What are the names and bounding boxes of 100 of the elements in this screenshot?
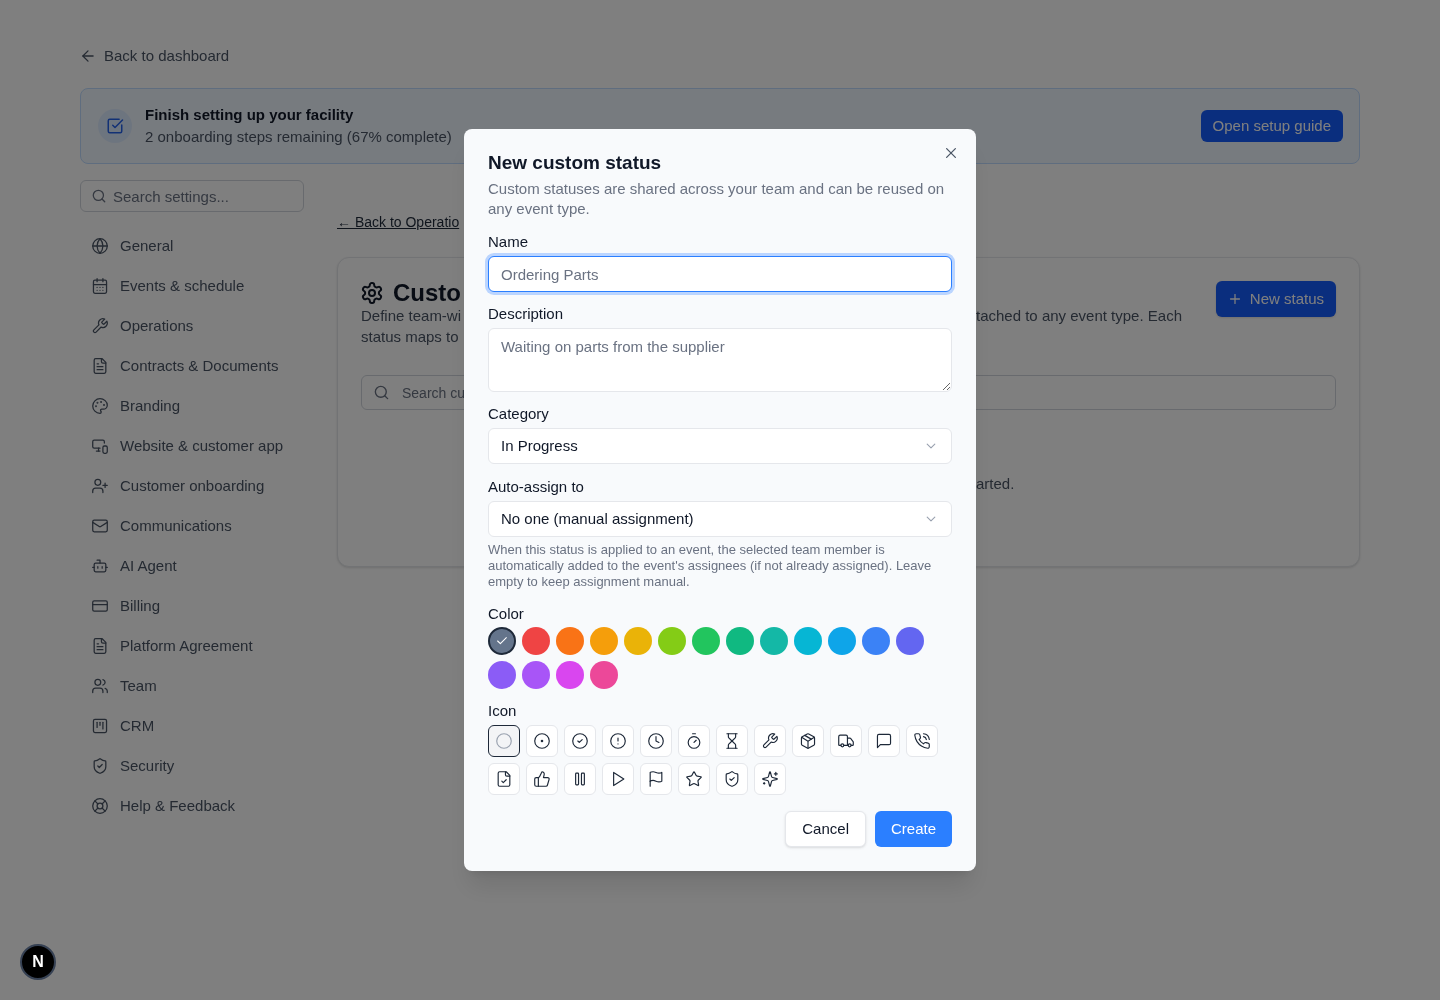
- sidebar-item[interactable]: Contracts & Documents: [80, 346, 291, 386]
- check-icon: [496, 635, 508, 647]
- color-swatch[interactable]: [556, 661, 584, 689]
- card-description: tached to any event type. Each: [976, 306, 1182, 326]
- field-label: Category: [488, 404, 549, 424]
- speech-bubble-icon: [876, 733, 892, 749]
- kanban-icon: [92, 718, 108, 734]
- sidebar-item[interactable]: Customer onboarding: [80, 466, 277, 506]
- mail-icon: [92, 518, 108, 534]
- wrench-icon: [762, 733, 778, 749]
- color-swatch[interactable]: [556, 627, 584, 655]
- sidebar-item[interactable]: CRM: [80, 706, 167, 746]
- sidebar-item[interactable]: Operations: [80, 306, 206, 346]
- globe-icon: [92, 238, 108, 254]
- empty-state-text: arted.: [976, 474, 1015, 494]
- sidebar-item[interactable]: Team: [80, 666, 169, 706]
- card-description: Define team-wi status maps to: [361, 306, 462, 347]
- dialog-description: Custom statuses are shared across your team and can be reused on any event type.: [488, 179, 946, 219]
- dialog-title: New custom status: [488, 151, 662, 175]
- color-swatch[interactable]: [624, 627, 652, 655]
- clock-icon: [648, 733, 664, 749]
- color-swatch[interactable]: [522, 661, 550, 689]
- sidebar-item[interactable]: Help & Feedback: [80, 786, 248, 826]
- field-label: Icon: [488, 701, 517, 721]
- color-swatch[interactable]: [862, 627, 890, 655]
- gear-icon: [361, 282, 383, 304]
- star-icon: [686, 771, 702, 787]
- setup-guide-button[interactable]: Open setup guide: [1200, 110, 1343, 142]
- checkbox-icon: [98, 109, 132, 143]
- card-title: Custo: [393, 281, 461, 305]
- dev-tools-button[interactable]: N: [20, 944, 56, 980]
- color-swatch[interactable]: [726, 627, 754, 655]
- field-label: Name: [488, 232, 528, 252]
- name-input[interactable]: Ordering Parts: [488, 256, 952, 292]
- field-label: Description: [488, 304, 564, 324]
- pause-icon: [572, 771, 588, 787]
- stopwatch-icon: [686, 733, 702, 749]
- sparkles-icon: [762, 771, 778, 787]
- play-icon: [610, 771, 626, 787]
- thumbs-up-icon: [534, 771, 550, 787]
- box-icon: [800, 733, 816, 749]
- circle-check-icon: [572, 733, 588, 749]
- sidebar-item[interactable]: General: [80, 226, 186, 266]
- new-status-button[interactable]: New status: [1215, 281, 1336, 317]
- close-icon: [943, 145, 959, 161]
- sidebar-item[interactable]: Security: [80, 746, 187, 786]
- back-link[interactable]: Back to dashboard: [80, 46, 230, 66]
- color-swatch[interactable]: [828, 627, 856, 655]
- field-label: Color: [488, 604, 524, 624]
- document-icon: [92, 638, 108, 654]
- description-input[interactable]: Waiting on parts from the supplier: [488, 328, 952, 392]
- wrench-icon: [92, 318, 108, 334]
- users-icon: [92, 678, 108, 694]
- sidebar-item[interactable]: Branding: [80, 386, 193, 426]
- field-label: Auto-assign to: [488, 477, 584, 497]
- color-swatch[interactable]: [488, 661, 516, 689]
- search-icon: [92, 189, 106, 203]
- hourglass-icon: [724, 733, 740, 749]
- truck-icon: [838, 733, 854, 749]
- document-check-icon: [496, 771, 512, 787]
- assignee-select[interactable]: No one (manual assignment): [488, 501, 952, 537]
- sidebar-item[interactable]: Website & customer app: [80, 426, 296, 466]
- user-plus-icon: [92, 478, 108, 494]
- flag-icon: [648, 771, 664, 787]
- sidebar-item[interactable]: Events & schedule: [80, 266, 257, 306]
- color-swatch[interactable]: [590, 661, 618, 689]
- sidebar-item[interactable]: Communications: [80, 506, 244, 546]
- color-swatch[interactable]: [590, 627, 618, 655]
- color-swatch[interactable]: [522, 627, 550, 655]
- plus-icon: [1227, 292, 1242, 306]
- search-field[interactable]: Search settings...: [80, 180, 304, 212]
- color-swatch[interactable]: [794, 627, 822, 655]
- calendar-icon: [92, 278, 108, 294]
- color-swatch[interactable]: [692, 627, 720, 655]
- back-link[interactable]: ← Back to Operatio: [337, 212, 460, 232]
- shield-check-icon: [92, 758, 108, 774]
- banner-subtitle: 2 onboarding steps remaining (67% complete): [145, 127, 452, 147]
- document-icon: [92, 358, 108, 374]
- color-swatch[interactable]: [896, 627, 924, 655]
- exclamation-circle-icon: [610, 733, 626, 749]
- color-swatch[interactable]: [760, 627, 788, 655]
- circle-dot-icon: [534, 733, 550, 749]
- icon-option[interactable]: [488, 725, 520, 757]
- palette-icon: [92, 398, 108, 414]
- create-button[interactable]: Create: [874, 811, 952, 847]
- cancel-button[interactable]: Cancel: [785, 811, 866, 847]
- sidebar-item[interactable]: Billing: [80, 586, 173, 626]
- sidebar-item[interactable]: AI Agent: [80, 546, 189, 586]
- lifebuoy-icon: [92, 798, 108, 814]
- help-text: When this status is applied to an event, the selected team member is automatically added to the event's assignees (if not already assigned). Leave empty to keep assignment manual.: [488, 542, 933, 590]
- circle-icon: [496, 733, 512, 749]
- sidebar-item[interactable]: Platform Agreement: [80, 626, 265, 666]
- search-icon: [374, 385, 389, 400]
- shield-check-icon: [724, 771, 740, 787]
- color-swatch[interactable]: [488, 627, 516, 655]
- color-swatch[interactable]: [658, 627, 686, 655]
- phone-icon: [914, 733, 930, 749]
- category-select[interactable]: In Progress: [488, 428, 952, 464]
- banner-title: Finish setting up your facility: [145, 105, 355, 125]
- credit-card-icon: [92, 598, 108, 614]
